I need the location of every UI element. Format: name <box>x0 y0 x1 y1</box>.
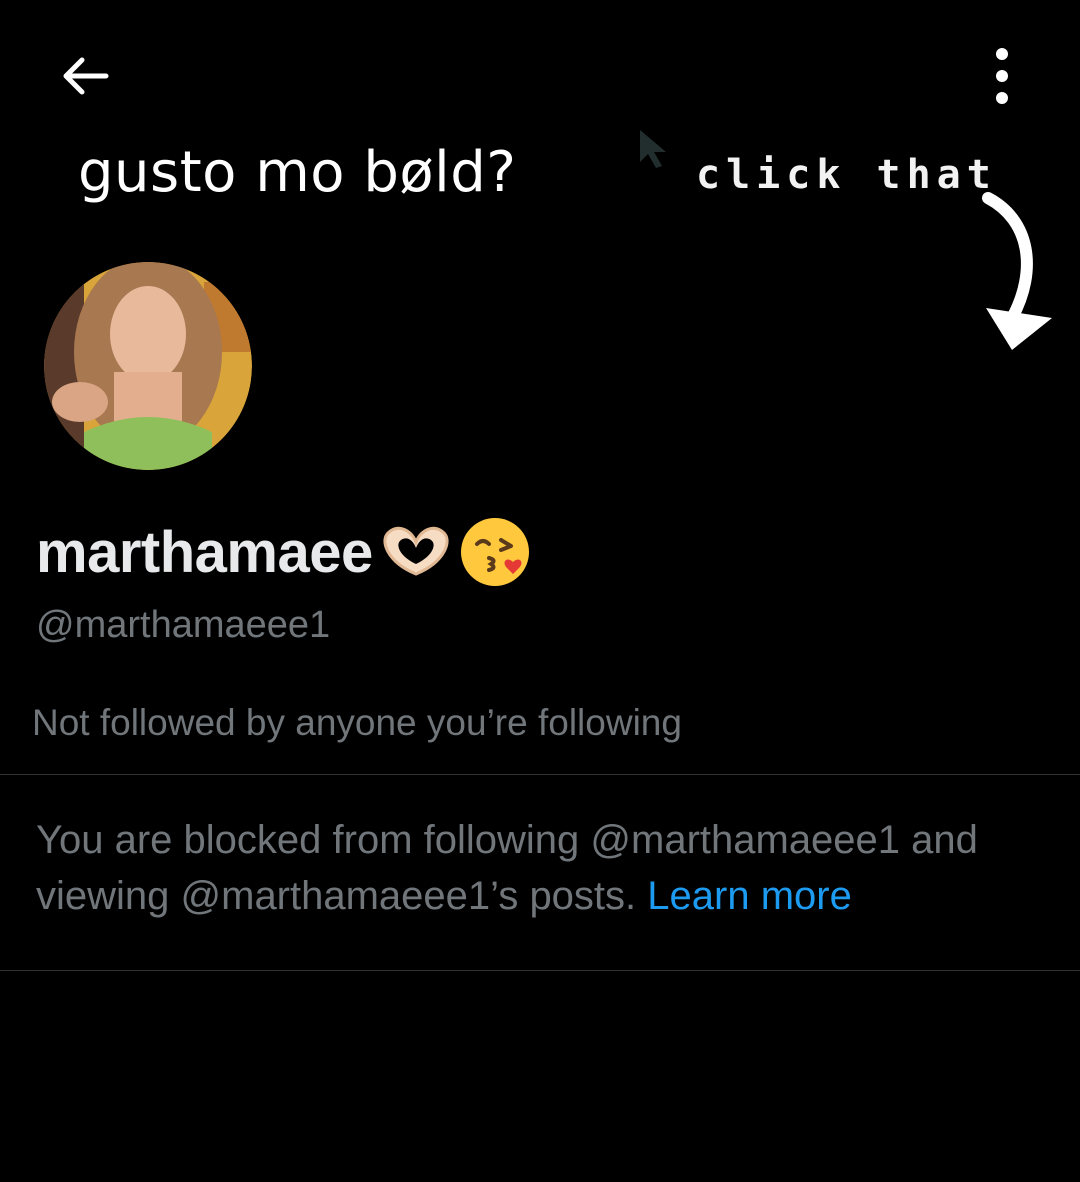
back-button[interactable] <box>40 40 128 112</box>
followed-by-text: Not followed by anyone you’re following <box>32 702 682 743</box>
heart-hands-emoji-icon <box>383 526 449 576</box>
user-handle: @marthamaeee1 <box>36 604 331 646</box>
learn-more-link[interactable]: Learn more <box>647 874 852 918</box>
kissing-face-emoji-icon <box>460 518 529 586</box>
more-options-button[interactable] <box>962 36 1042 116</box>
arrow-left-icon <box>63 57 109 95</box>
divider <box>0 774 1080 775</box>
cursor-icon <box>640 130 666 168</box>
display-name-text: marthamaee <box>36 519 373 585</box>
blocked-notice: You are blocked from following @marthama… <box>36 812 1036 924</box>
divider <box>0 970 1080 971</box>
avatar-image <box>44 262 252 470</box>
curved-arrow-down-icon <box>982 192 1052 350</box>
avatar[interactable] <box>40 258 256 474</box>
display-name: marthamaee <box>36 512 531 592</box>
banner-text-left: gusto mo bøld? <box>78 140 517 205</box>
more-vertical-icon <box>996 48 1008 104</box>
banner-text-right: click that <box>696 152 997 198</box>
